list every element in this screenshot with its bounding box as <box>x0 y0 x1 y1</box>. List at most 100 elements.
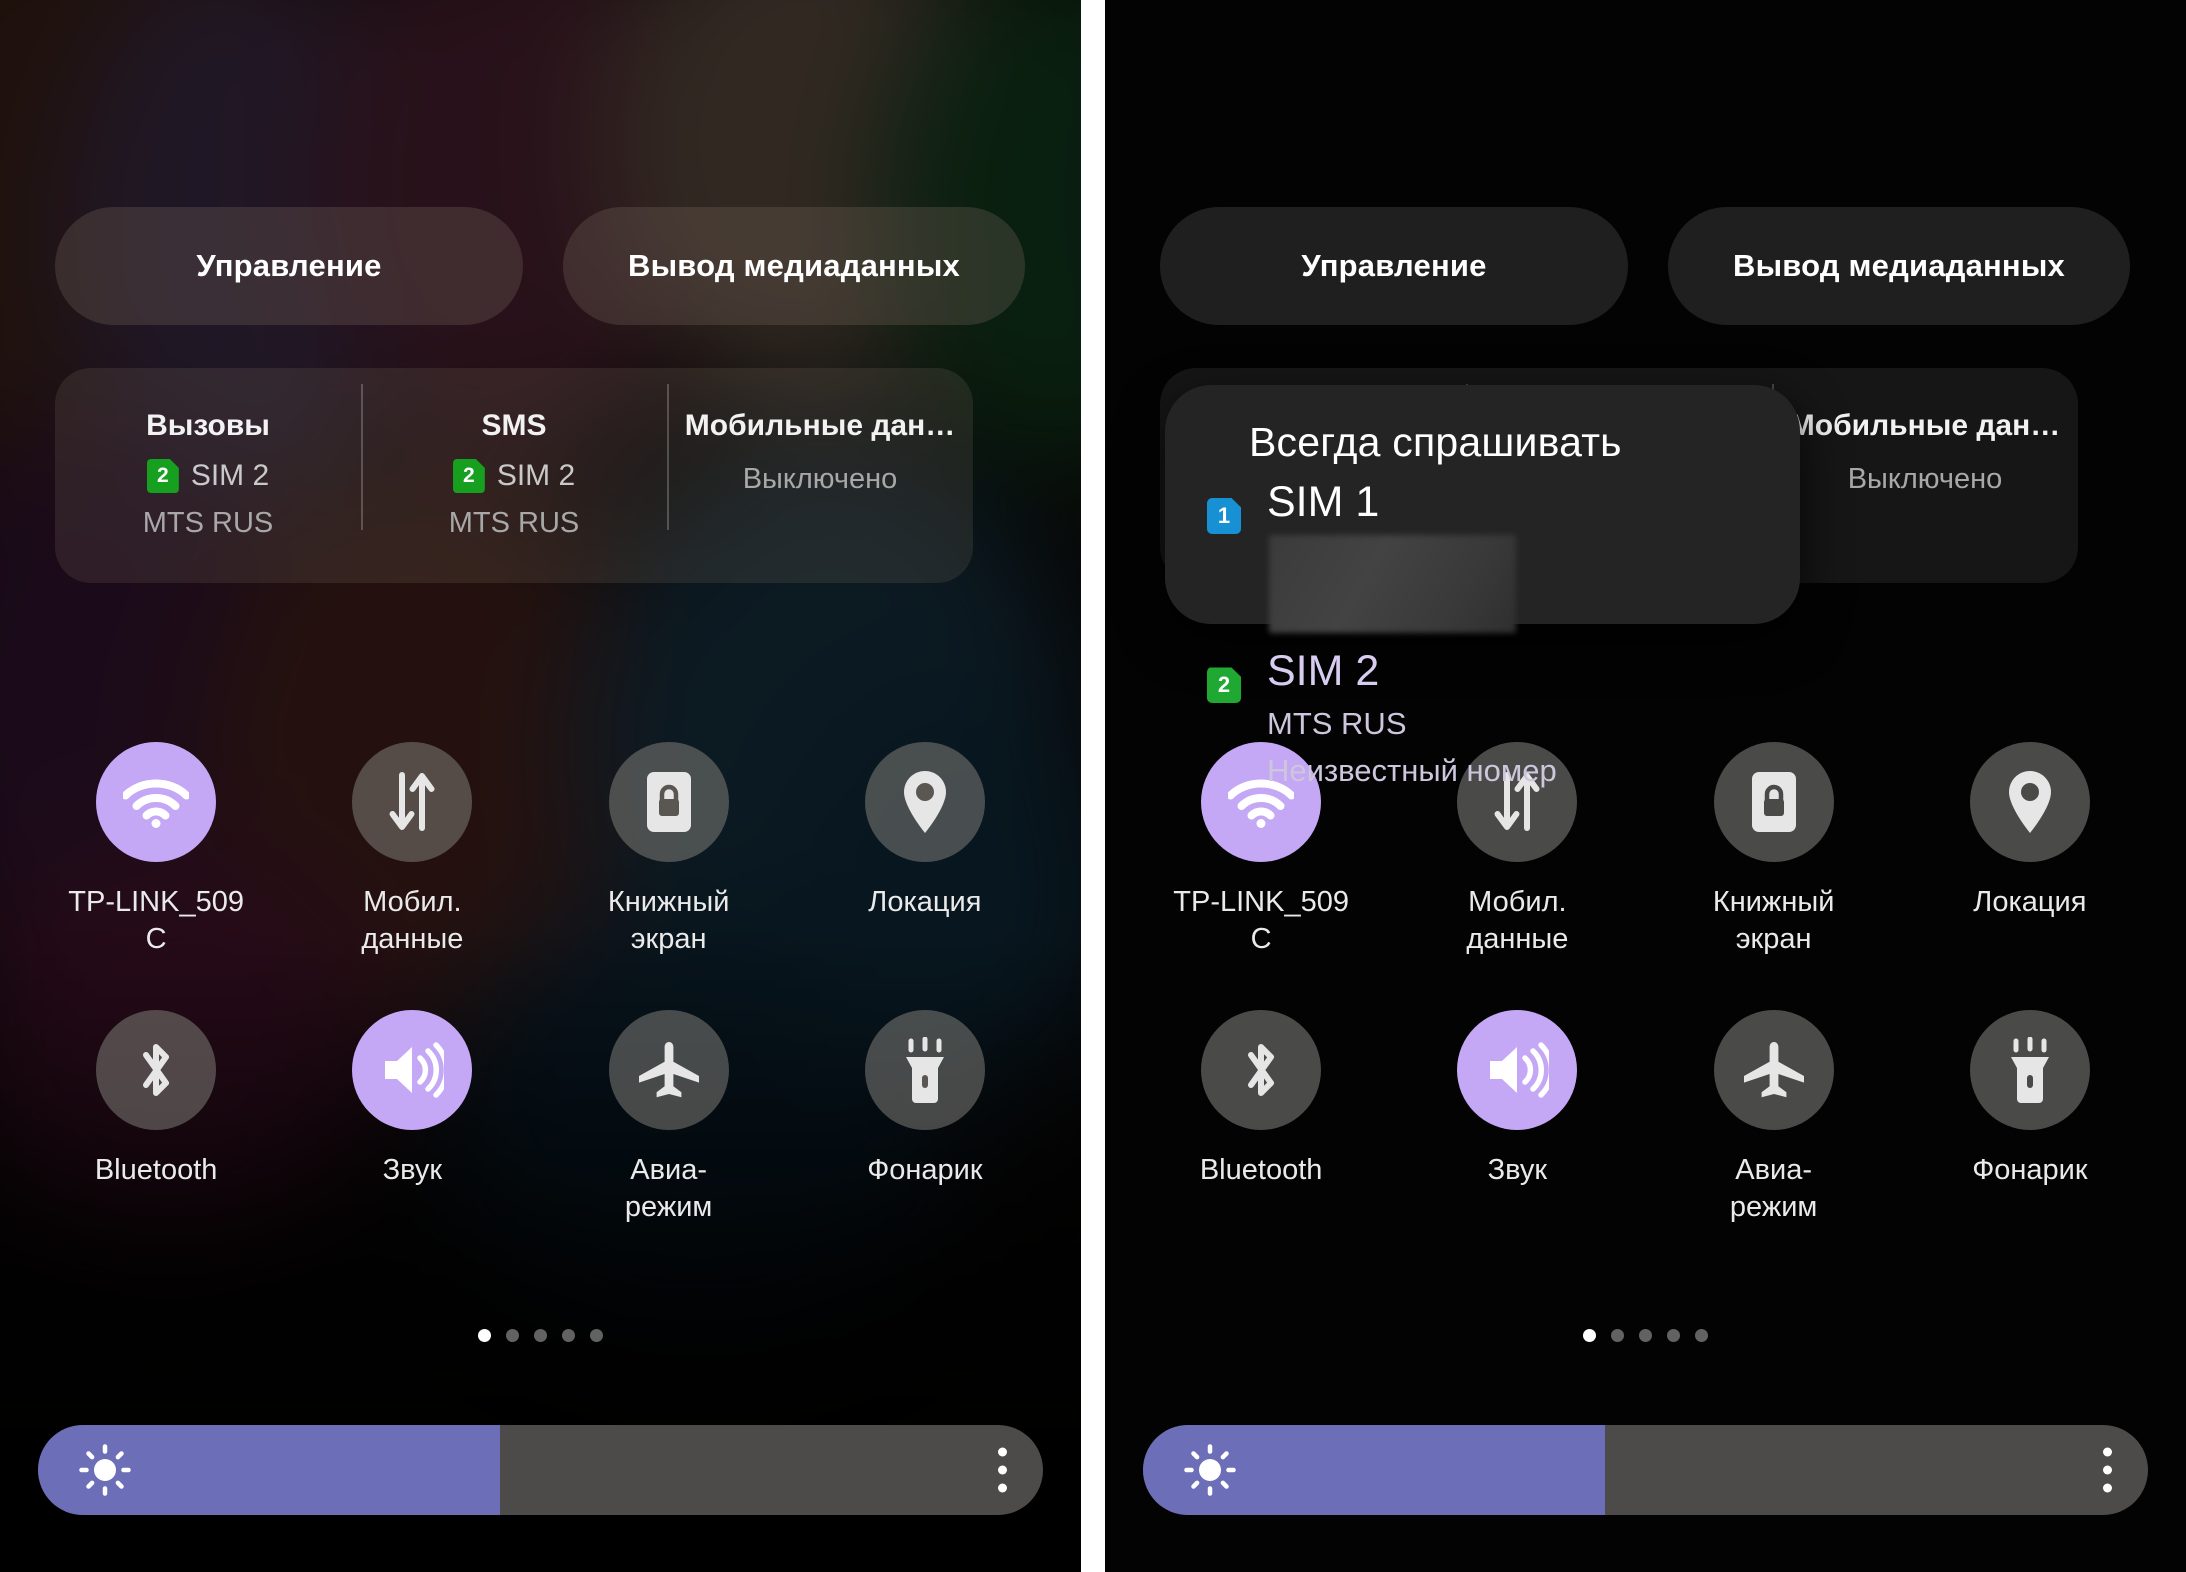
sim-chooser-option-name: SIM 2 <box>1267 647 1380 696</box>
sim-chooser-option-sim2[interactable]: 2 SIM 2 MTS RUS Неизвестный номер <box>1165 647 1800 791</box>
sim-column-operator: MTS RUS <box>448 507 580 539</box>
toggle-flashlight-circle[interactable] <box>864 1010 985 1131</box>
location-pin-icon <box>903 771 946 833</box>
volume-icon <box>385 1042 445 1098</box>
toggle-sound-circle[interactable] <box>1457 1010 1578 1131</box>
sim-chooser-dialog-body: Всегда спрашивать 1 SIM 1 2 SIM 2 MTS RU… <box>1165 385 1800 788</box>
media-output-button[interactable]: Вывод медиаданных <box>563 207 1025 325</box>
sim-chooser-title: Всегда спрашивать <box>1249 419 1622 465</box>
toggle-sound[interactable]: Звук <box>284 1010 540 1226</box>
toggle-wifi-circle[interactable] <box>96 742 217 862</box>
toggle-flashlight-circle[interactable] <box>1969 1010 2090 1131</box>
toggle-location[interactable]: Локация <box>1902 742 2158 958</box>
sim-column-status: Выключено <box>1847 463 2003 495</box>
page-dot[interactable] <box>562 1329 575 1342</box>
sim-chooser-option-sim1[interactable]: 1 SIM 1 <box>1165 478 1800 634</box>
sim-column-title: Мобильные дан… <box>684 409 956 442</box>
page-dot[interactable] <box>1639 1329 1652 1342</box>
sim-chooser-option-operator: MTS RUS <box>1267 705 1407 741</box>
sim-column-sms[interactable]: SMS 2 SIM 2 MTS RUS <box>361 368 667 540</box>
media-output-button-label: Вывод медиаданных <box>628 248 960 283</box>
toggle-flashlight[interactable]: Фонарик <box>1902 1010 2158 1226</box>
toggle-mobile-data[interactable]: Мобил. данные <box>284 742 540 958</box>
toggle-sound[interactable]: Звук <box>1389 1010 1645 1226</box>
volume-icon <box>1490 1042 1550 1098</box>
left-panel-content: Управление Вывод медиаданных Вызовы 2 SI… <box>0 0 1081 1572</box>
sim-chooser-option-name: SIM 1 <box>1267 478 1380 526</box>
brightness-sun-icon <box>79 1444 131 1496</box>
toggle-wifi-label: TP-LINK_509 C <box>1173 886 1349 956</box>
sim-column-calls[interactable]: Вызовы 2 SIM 2 MTS RUS <box>55 368 361 540</box>
control-button-label: Управление <box>1301 248 1487 283</box>
page-indicator-dots[interactable] <box>1105 1329 2186 1342</box>
quick-toggle-row-2: Bluetooth Звук Авиа- режим Фонарик <box>1133 1010 2158 1226</box>
toggle-rotation-lock-label: Книжный экран <box>1712 886 1835 956</box>
control-button[interactable]: Управление <box>55 207 523 325</box>
toggle-airplane-mode-circle[interactable] <box>608 1010 729 1131</box>
page-dot[interactable] <box>1667 1329 1680 1342</box>
control-button[interactable]: Управление <box>1160 207 1628 325</box>
kebab-menu-icon[interactable] <box>998 1447 1007 1493</box>
toggle-location-circle[interactable] <box>1969 742 2090 862</box>
page-dot[interactable] <box>534 1329 547 1342</box>
rotation-lock-icon <box>646 772 691 832</box>
toggle-rotation-lock-label: Книжный экран <box>607 886 730 956</box>
quick-settings-panel-right: Управление Вывод медиаданных Вызовы 2 SI… <box>1105 0 2186 1572</box>
flashlight-icon <box>905 1037 944 1104</box>
toggle-location[interactable]: Локация <box>797 742 1053 958</box>
panel-separator <box>1081 0 1105 1572</box>
location-pin-icon <box>2008 771 2051 833</box>
sim-column-operator: MTS RUS <box>142 507 274 539</box>
media-output-button[interactable]: Вывод медиаданных <box>1668 207 2130 325</box>
toggle-location-circle[interactable] <box>864 742 985 862</box>
page-indicator-dots[interactable] <box>0 1329 1081 1342</box>
brightness-sun-icon <box>1184 1444 1236 1496</box>
airplane-icon <box>638 1042 699 1098</box>
toggle-flashlight-label: Фонарик <box>1972 1154 2088 1187</box>
page-dot[interactable] <box>1583 1329 1596 1342</box>
quick-toggle-row-1: TP-LINK_509 C Мобил. данные Книжный экра… <box>28 742 1053 958</box>
toggle-rotation-lock[interactable]: Книжный экран <box>541 742 797 958</box>
page-dot[interactable] <box>1611 1329 1624 1342</box>
sim-column-sim-label: SIM 2 <box>190 459 270 492</box>
toggle-wifi[interactable]: TP-LINK_509 C <box>28 742 284 958</box>
toggle-mobile-data-label: Мобил. данные <box>1466 886 1569 956</box>
sim-column-selection: 2 SIM 2 <box>452 459 576 493</box>
sim-column-mobile-data[interactable]: Мобильные дан… Выключено <box>1772 368 2078 530</box>
wifi-icon <box>123 779 190 828</box>
sim2-badge-icon: 2 <box>146 459 179 493</box>
toggle-bluetooth-label: Bluetooth <box>94 1154 218 1187</box>
sim-chooser-option-number: Неизвестный номер <box>1267 753 1557 789</box>
toggle-airplane-mode-circle[interactable] <box>1713 1010 1834 1131</box>
toggle-bluetooth-circle[interactable] <box>1201 1010 1322 1131</box>
toggle-flashlight-label: Фонарик <box>867 1154 983 1187</box>
brightness-slider[interactable] <box>1143 1425 2148 1515</box>
bluetooth-icon <box>143 1044 170 1097</box>
toggle-rotation-lock-circle[interactable] <box>608 742 729 862</box>
toggle-airplane-mode[interactable]: Авиа- режим <box>1646 1010 1902 1226</box>
toggle-flashlight[interactable]: Фонарик <box>797 1010 1053 1226</box>
toggle-mobile-data-circle[interactable] <box>352 742 473 862</box>
toggle-sound-circle[interactable] <box>352 1010 473 1131</box>
redacted-phone-number <box>1269 535 1516 634</box>
sim-column-mobile-data[interactable]: Мобильные дан… Выключено <box>667 368 973 530</box>
page-dot[interactable] <box>1695 1329 1708 1342</box>
quick-settings-panel-left: Управление Вывод медиаданных Вызовы 2 SI… <box>0 0 1081 1572</box>
page-dot[interactable] <box>590 1329 603 1342</box>
sim1-badge-icon: 1 <box>1207 498 1241 534</box>
page-dot[interactable] <box>506 1329 519 1342</box>
kebab-menu-icon[interactable] <box>2103 1447 2112 1493</box>
brightness-slider[interactable] <box>38 1425 1043 1515</box>
quick-toggle-grid: TP-LINK_509 C Мобил. данные Книжный экра… <box>1133 742 2158 1226</box>
toggle-airplane-mode[interactable]: Авиа- режим <box>541 1010 797 1226</box>
toggle-location-label: Локация <box>1973 886 2087 918</box>
page-dot[interactable] <box>478 1329 491 1342</box>
toggle-bluetooth-circle[interactable] <box>96 1010 217 1131</box>
sim-chooser-dialog[interactable]: Всегда спрашивать 1 SIM 1 2 SIM 2 MTS RU… <box>1165 385 1800 788</box>
sim2-badge-icon: 2 <box>1207 667 1241 704</box>
toggle-bluetooth[interactable]: Bluetooth <box>28 1010 284 1226</box>
sim-column-sim-label: SIM 2 <box>496 459 576 492</box>
toggle-sound-label: Звук <box>382 1154 443 1187</box>
toggle-bluetooth[interactable]: Bluetooth <box>1133 1010 1389 1226</box>
toggle-wifi-label: TP-LINK_509 C <box>68 886 244 956</box>
